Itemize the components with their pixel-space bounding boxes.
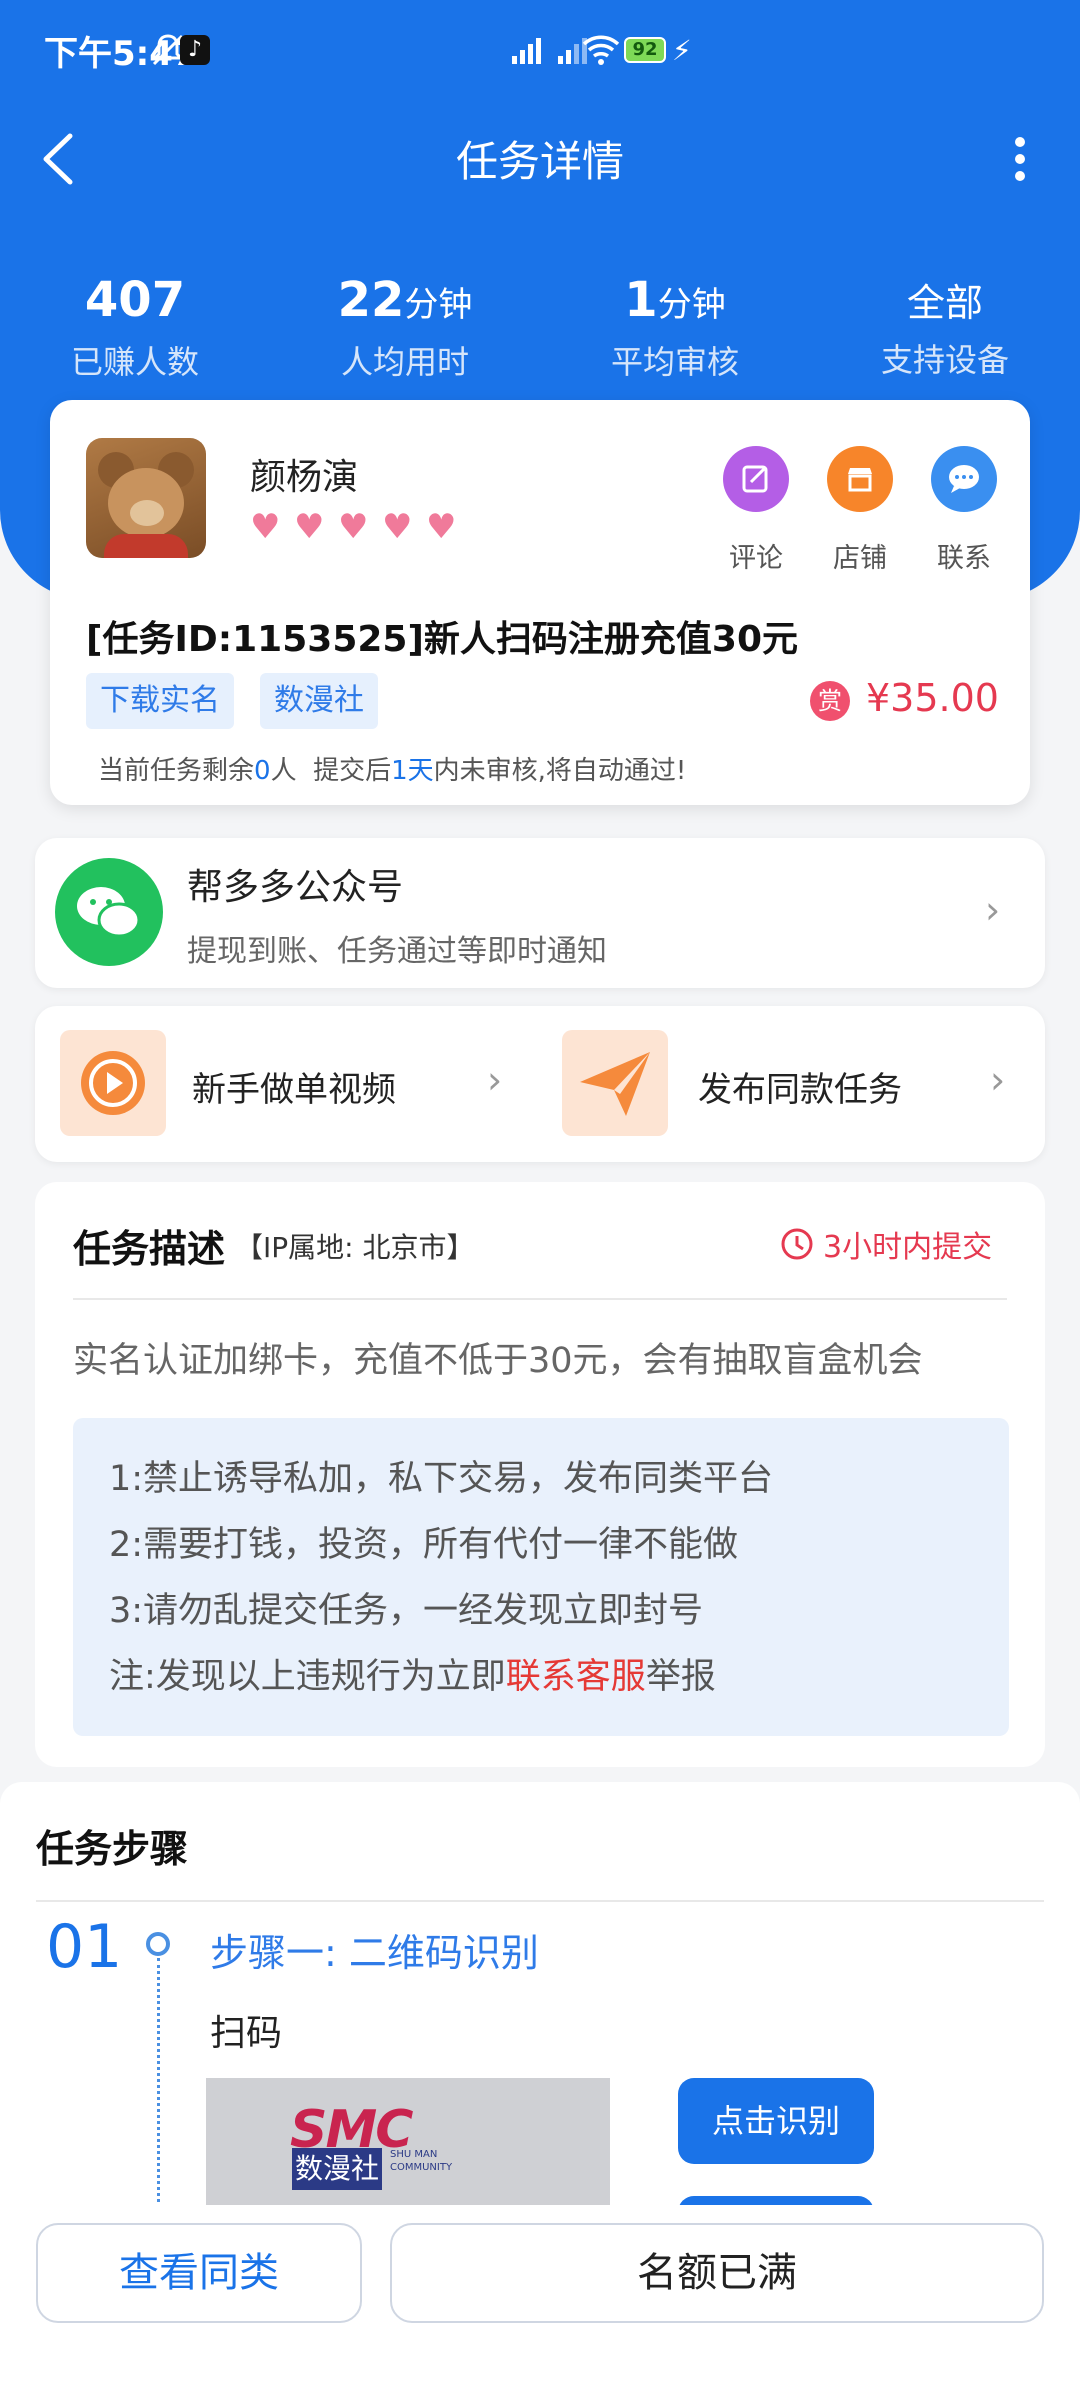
- task-tag: 数漫社: [260, 673, 378, 729]
- reward-amount: ¥35.00: [866, 676, 999, 720]
- chevron-right-icon: ›: [487, 1058, 503, 1102]
- identify-qr-button[interactable]: 点击识别: [678, 2078, 874, 2164]
- more-menu-button[interactable]: [1000, 124, 1040, 194]
- signal-hd-icon: [512, 38, 541, 64]
- reward-badge: 赏: [810, 681, 850, 721]
- heart-icon: ♥: [294, 507, 325, 547]
- task-remaining-text: 当前任务剩余0人 提交后1天内未审核,将自动通过!: [98, 756, 687, 786]
- store-button[interactable]: 店铺: [810, 446, 910, 575]
- battery-level: 92: [624, 37, 666, 63]
- stat-earned: 407 已赚人数: [70, 272, 199, 381]
- stat-avg-time: 22分钟 人均用时: [337, 272, 473, 381]
- contact-button[interactable]: 联系: [914, 446, 1014, 575]
- task-card: 颜杨演 ♥ ♥ ♥ ♥ ♥ 评论 店铺 联系 [任务ID:1153525]新人扫…: [50, 400, 1030, 805]
- play-icon: [60, 1030, 166, 1136]
- contact-support-link[interactable]: 联系客服: [506, 1657, 646, 1697]
- quota-full-button[interactable]: 名额已满: [390, 2223, 1044, 2323]
- chevron-right-icon: ›: [990, 1058, 1006, 1102]
- rule-item: 1:禁止诱导私加，私下交易，发布同类平台: [109, 1459, 774, 1499]
- store-icon: [827, 446, 893, 512]
- page-title: 任务详情: [455, 137, 624, 186]
- step-qr-image[interactable]: SMC 数漫社 SHU MAN COMMUNITY: [206, 2078, 610, 2208]
- publisher-avatar[interactable]: [86, 438, 206, 558]
- paper-plane-icon: [562, 1030, 668, 1136]
- divider: [73, 1298, 1007, 1300]
- charging-icon: ⚡: [672, 33, 692, 67]
- bottom-action-bar: 查看同类 名额已满: [0, 2205, 1080, 2340]
- heart-icon: ♥: [426, 507, 457, 547]
- credit-hearts: ♥ ♥ ♥ ♥ ♥: [250, 510, 460, 544]
- step-text: 扫码: [210, 2013, 283, 2054]
- step-number: 01: [46, 1912, 123, 1982]
- task-stats: 407 已赚人数 22分钟 人均用时 1分钟 平均审核 全部 支持设备: [0, 270, 1080, 383]
- step-line: [157, 1958, 160, 2208]
- stat-devices: 全部 支持设备: [880, 281, 1009, 379]
- wechat-icon: [55, 858, 163, 966]
- clock-icon: [781, 1228, 813, 1260]
- chat-icon: [931, 446, 997, 512]
- battery-icon: 92: [624, 22, 666, 78]
- rule-item: 2:需要打钱，投资，所有代付一律不能做: [109, 1525, 739, 1565]
- wifi-icon: [582, 22, 620, 78]
- nav-bar: 任务详情: [0, 120, 1080, 200]
- task-title: [任务ID:1153525]新人扫码注册充值30元: [86, 619, 799, 660]
- stat-avg-review: 1分钟 平均审核: [610, 272, 739, 381]
- image-brand: 数漫社: [292, 2148, 382, 2190]
- description-text: 实名认证加绑卡，充值不低于30元，会有抽取盲盒机会: [73, 1341, 923, 1381]
- rule-item: 3:请勿乱提交任务，一经发现立即封号: [109, 1591, 704, 1631]
- signal-icons: [510, 22, 588, 78]
- rule-note: 注:发现以上违规行为立即联系客服举报: [109, 1657, 716, 1697]
- ip-location: 【IP属地: 北京市】: [235, 1231, 475, 1264]
- quick-actions-card: 新手做单视频 › 发布同款任务 ›: [35, 1006, 1045, 1162]
- chevron-right-icon: ›: [985, 888, 1001, 932]
- comment-button[interactable]: 评论: [706, 446, 806, 575]
- heart-icon: ♥: [382, 507, 413, 547]
- wechat-account-card[interactable]: 帮多多公众号 提现到账、任务通过等即时通知 ›: [35, 838, 1045, 988]
- publisher-name: 颜杨演: [250, 457, 359, 498]
- wechat-title: 帮多多公众号: [187, 867, 404, 908]
- steps-title: 任务步骤: [36, 1827, 189, 1871]
- view-similar-button[interactable]: 查看同类: [36, 2223, 362, 2323]
- newbie-video-link[interactable]: 新手做单视频 ›: [35, 1006, 540, 1162]
- image-sub: SHU MAN COMMUNITY: [390, 2149, 453, 2173]
- step-dot: [146, 1932, 170, 1956]
- edit-icon: [723, 446, 789, 512]
- tiktok-icon: ♪: [180, 22, 210, 78]
- task-description-card: 任务描述 【IP属地: 北京市】 3小时内提交 实名认证加绑卡，充值不低于30元…: [35, 1182, 1045, 1767]
- wechat-subtitle: 提现到账、任务通过等即时通知: [187, 934, 607, 969]
- task-tag: 下载实名: [86, 673, 234, 729]
- step-title: 步骤一: 二维码识别: [210, 1931, 539, 1975]
- rules-box: 1:禁止诱导私加，私下交易，发布同类平台 2:需要打钱，投资，所有代付一律不能做…: [73, 1418, 1009, 1736]
- publish-same-task-link[interactable]: 发布同款任务 ›: [540, 1006, 1045, 1162]
- heart-icon: ♥: [338, 507, 369, 547]
- heart-icon: ♥: [250, 507, 281, 547]
- description-title: 任务描述: [73, 1227, 226, 1271]
- deadline-label: 3小时内提交: [779, 1222, 992, 1266]
- divider: [36, 1900, 1044, 1902]
